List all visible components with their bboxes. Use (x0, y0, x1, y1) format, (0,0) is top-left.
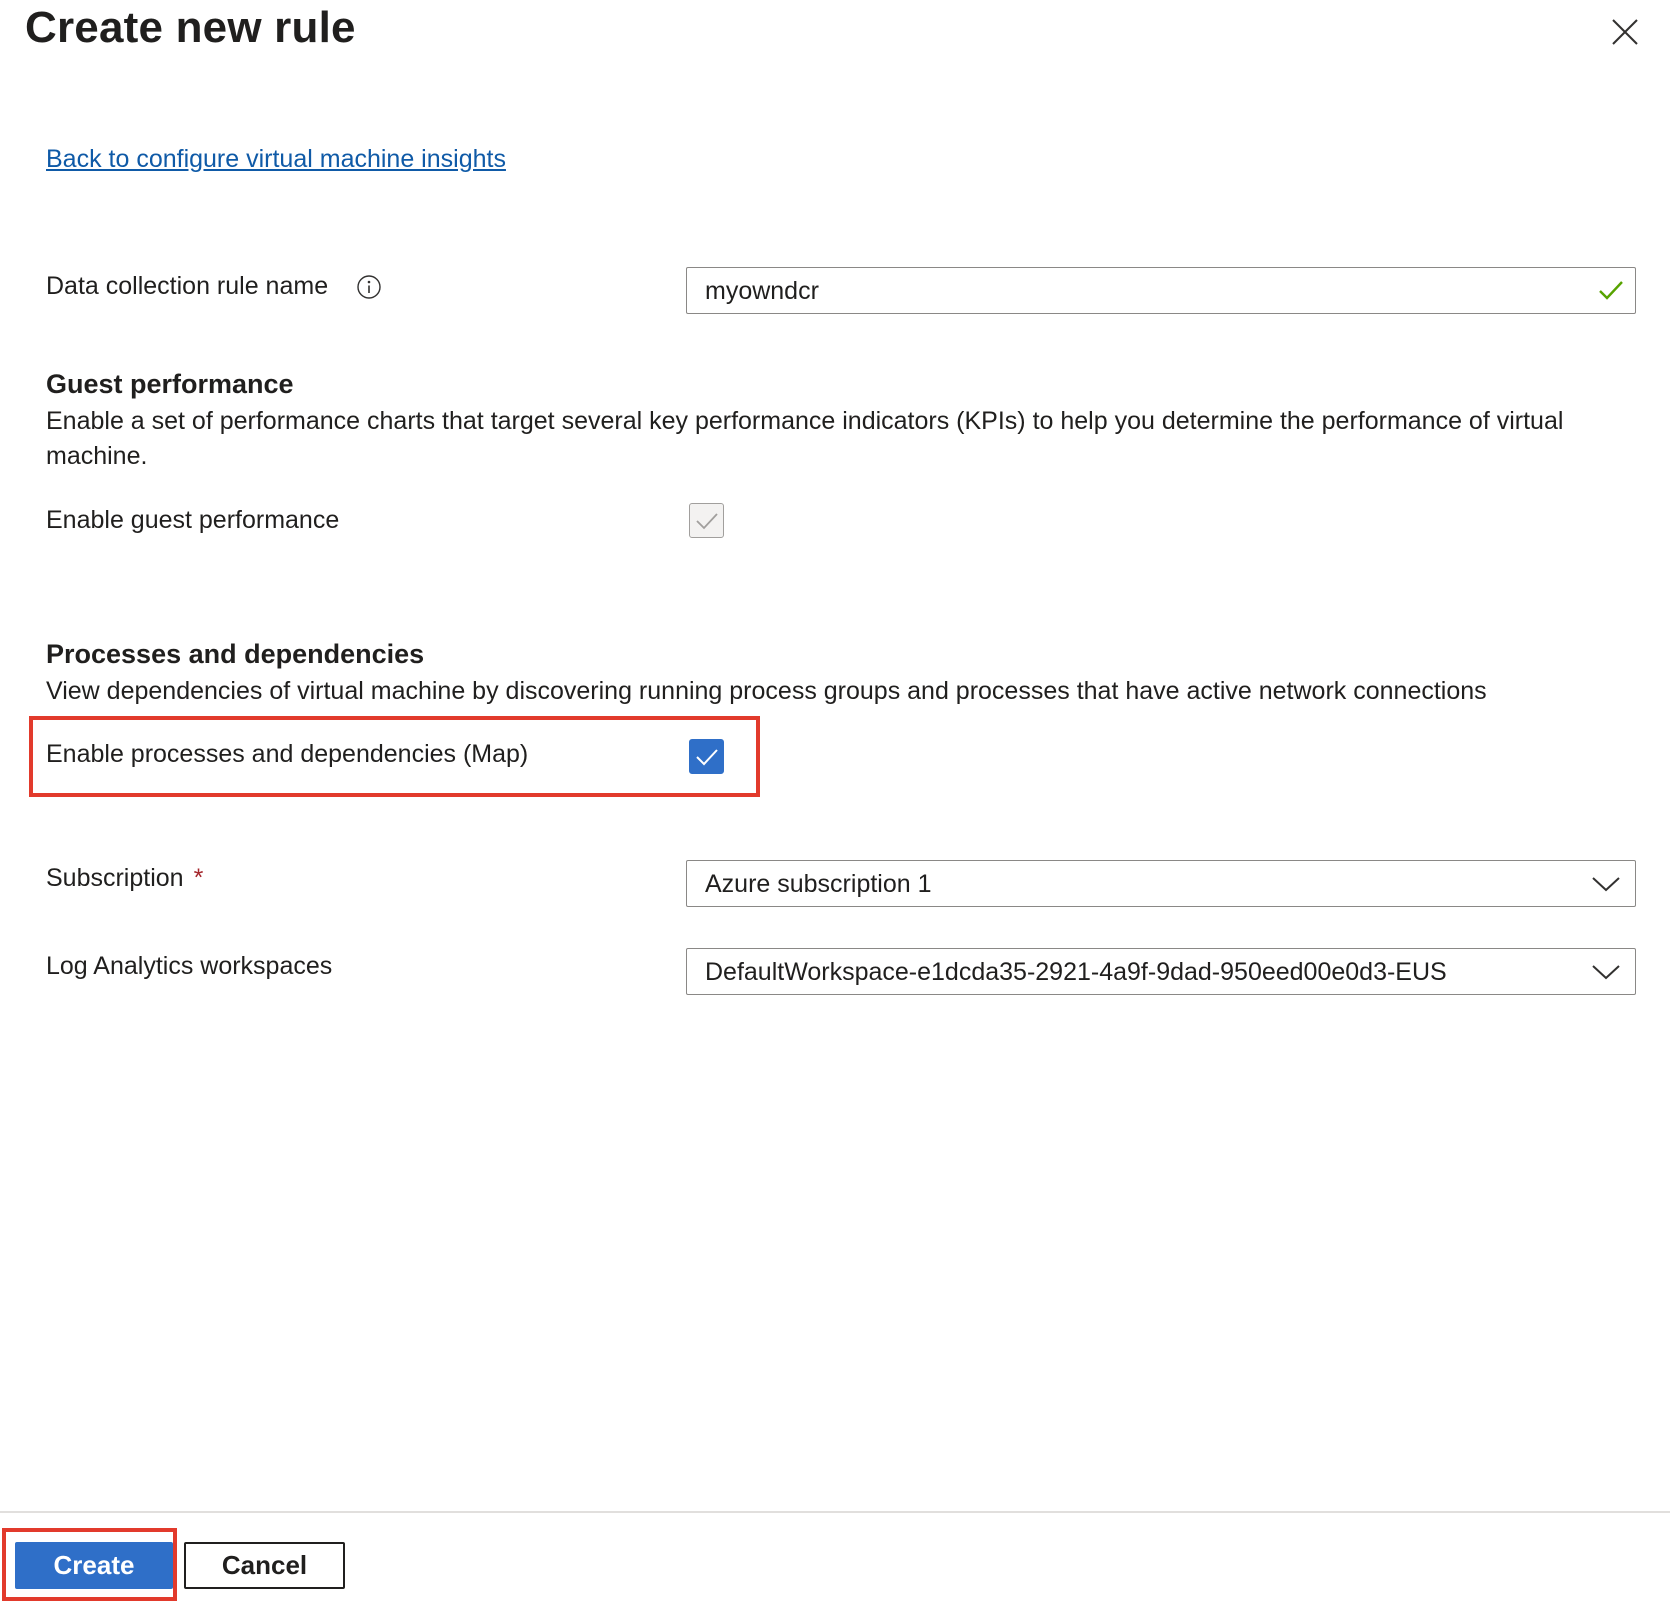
dcr-name-value: myowndcr (705, 277, 819, 305)
info-icon[interactable] (356, 274, 382, 300)
guest-performance-label: Enable guest performance (46, 506, 340, 534)
close-icon (1612, 19, 1638, 45)
guest-performance-description: Enable a set of performance charts that … (46, 407, 1564, 470)
subscription-label-text: Subscription (46, 864, 184, 892)
panel-title: Create new rule (25, 3, 356, 52)
required-marker: * (193, 864, 204, 892)
dcr-name-label: Data collection rule name (46, 272, 329, 300)
subscription-value: Azure subscription 1 (705, 870, 932, 898)
back-link[interactable]: Back to configure virtual machine insigh… (46, 145, 506, 174)
dcr-name-input[interactable]: myowndcr (686, 267, 1636, 314)
workspace-label: Log Analytics workspaces (46, 952, 333, 980)
highlight-box (29, 716, 760, 797)
checkmark-icon (1599, 281, 1623, 300)
highlight-box (2, 1528, 177, 1601)
footer-divider (0, 1511, 1670, 1513)
checkmark-icon (696, 513, 718, 530)
workspace-dropdown[interactable]: DefaultWorkspace-e1dcda35-2921-4a9f-9dad… (686, 948, 1636, 995)
close-button[interactable] (1610, 17, 1640, 47)
chevron-down-icon (1592, 965, 1620, 980)
processes-title: Processes and dependencies (46, 639, 425, 669)
workspace-value: DefaultWorkspace-e1dcda35-2921-4a9f-9dad… (705, 958, 1447, 986)
chevron-down-icon (1592, 877, 1620, 892)
guest-performance-checkbox[interactable] (689, 503, 724, 538)
guest-performance-title: Guest performance (46, 369, 294, 399)
subscription-label: Subscription * (46, 864, 203, 893)
subscription-dropdown[interactable]: Azure subscription 1 (686, 860, 1636, 907)
processes-description: View dependencies of virtual machine by … (46, 677, 1487, 705)
cancel-button[interactable]: Cancel (184, 1542, 345, 1589)
